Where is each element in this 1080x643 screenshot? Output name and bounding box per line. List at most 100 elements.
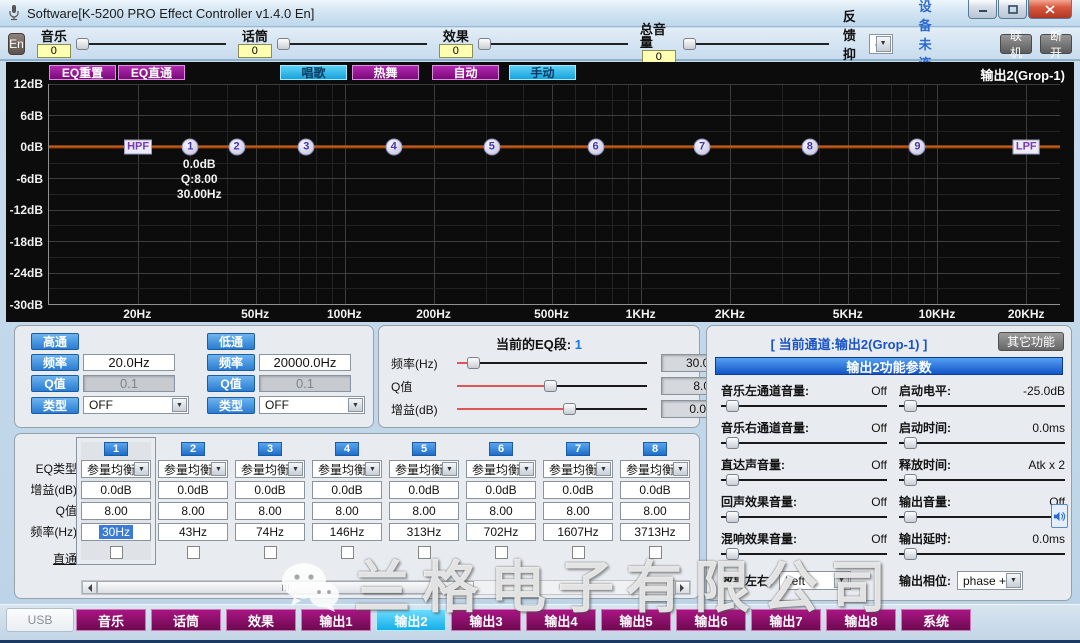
slider-thumb[interactable]	[726, 474, 739, 486]
band-freq-field[interactable]: 1607Hz	[543, 523, 613, 541]
band-type-select[interactable]: 参量均衡▼	[466, 460, 536, 478]
chevron-down-icon[interactable]: ▼	[288, 462, 303, 476]
chevron-down-icon[interactable]: ▼	[673, 462, 688, 476]
band-q-field[interactable]: 8.00	[389, 502, 459, 520]
eq-point-6[interactable]: 6	[587, 138, 604, 155]
band-type-select[interactable]: 参量均衡▼	[81, 460, 151, 478]
mode-sing-button[interactable]: 唱歌	[280, 65, 347, 80]
band-type-select[interactable]: 参量均衡▼	[158, 460, 228, 478]
bypass-checkbox[interactable]	[341, 546, 354, 559]
maximize-button[interactable]	[998, 0, 1027, 19]
mode-auto-button[interactable]: 自动	[432, 65, 499, 80]
slider-thumb[interactable]	[726, 548, 739, 560]
param-slider[interactable]	[899, 473, 1065, 486]
eq-plot-area[interactable]: HPF123456789LPF0.0dBQ:8.0030.00Hz	[48, 84, 1060, 305]
param-slider[interactable]	[721, 547, 887, 560]
slider-thumb[interactable]	[904, 548, 917, 560]
band-gain-field[interactable]: 0.0dB	[235, 481, 305, 499]
freq-adjust-slider[interactable]	[457, 356, 647, 370]
gain-adjust-slider[interactable]	[457, 402, 647, 416]
band-q-field[interactable]: 8.00	[620, 502, 690, 520]
mute-button[interactable]	[1051, 504, 1068, 528]
chevron-down-icon[interactable]: ▼	[134, 462, 149, 476]
band-gain-field[interactable]: 0.0dB	[543, 481, 613, 499]
slider-thumb[interactable]	[904, 400, 917, 412]
band-freq-field[interactable]: 313Hz	[389, 523, 459, 541]
lowpass-type-select[interactable]: OFF ▼	[259, 396, 365, 414]
band-header-button[interactable]: 7	[566, 442, 590, 456]
channel-button-输出4[interactable]: 输出4	[526, 609, 596, 631]
feedback-suppression-select[interactable]: -3 ▼	[869, 34, 893, 54]
slider-thumb[interactable]	[277, 38, 290, 50]
eq-point-9[interactable]: 9	[909, 138, 926, 155]
bypass-checkbox[interactable]	[649, 546, 662, 559]
band-freq-field[interactable]: 43Hz	[158, 523, 228, 541]
param-slider[interactable]	[721, 473, 887, 486]
slider-thumb[interactable]	[726, 511, 739, 523]
band-header-button[interactable]: 4	[335, 442, 359, 456]
chevron-down-icon[interactable]: ▼	[834, 573, 849, 588]
channel-button-输出1[interactable]: 输出1	[301, 609, 371, 631]
eq-point-1[interactable]: 1	[182, 138, 199, 155]
band-freq-field[interactable]: 3713Hz	[620, 523, 690, 541]
hpf-marker[interactable]: HPF	[124, 139, 152, 154]
mode-dance-button[interactable]: 热舞	[352, 65, 419, 80]
slider-thumb[interactable]	[904, 511, 917, 523]
chevron-down-icon[interactable]: ▼	[211, 462, 226, 476]
eq-point-5[interactable]: 5	[483, 138, 500, 155]
bypass-checkbox[interactable]	[264, 546, 277, 559]
band-q-field[interactable]: 8.00	[158, 502, 228, 520]
band-type-select[interactable]: 参量均衡▼	[620, 460, 690, 478]
band-q-field[interactable]: 8.00	[466, 502, 536, 520]
channel-button-输出7[interactable]: 输出7	[751, 609, 821, 631]
minimize-button[interactable]	[968, 0, 997, 19]
band-type-select[interactable]: 参量均衡▼	[312, 460, 382, 478]
band-q-field[interactable]: 8.00	[312, 502, 382, 520]
slider-thumb[interactable]	[683, 38, 696, 50]
channel-button-输出6[interactable]: 输出6	[676, 609, 746, 631]
band-q-field[interactable]: 8.00	[81, 502, 151, 520]
output-phase-select[interactable]: phase + ▼	[957, 571, 1023, 590]
master-volume-slider[interactable]	[683, 37, 829, 51]
band-type-select[interactable]: 参量均衡▼	[389, 460, 459, 478]
band-gain-field[interactable]: 0.0dB	[312, 481, 382, 499]
band-freq-field[interactable]: 146Hz	[312, 523, 382, 541]
band-freq-field[interactable]: 30Hz	[81, 523, 151, 541]
eq-point-7[interactable]: 7	[694, 138, 711, 155]
band-gain-field[interactable]: 0.0dB	[466, 481, 536, 499]
q-adjust-slider[interactable]	[457, 379, 647, 393]
bypass-checkbox[interactable]	[495, 546, 508, 559]
bypass-checkbox[interactable]	[572, 546, 585, 559]
chevron-down-icon[interactable]: ▼	[519, 462, 534, 476]
band-type-select[interactable]: 参量均衡▼	[235, 460, 305, 478]
slider-thumb[interactable]	[478, 38, 491, 50]
bypass-checkbox[interactable]	[418, 546, 431, 559]
bypass-checkbox[interactable]	[187, 546, 200, 559]
chevron-down-icon[interactable]: ▼	[596, 462, 611, 476]
mode-manual-button[interactable]: 手动	[509, 65, 576, 80]
band-freq-field[interactable]: 74Hz	[235, 523, 305, 541]
param-slider[interactable]	[899, 510, 1065, 523]
other-functions-button[interactable]: 其它功能	[998, 332, 1064, 351]
language-button[interactable]: En	[8, 33, 25, 55]
slider-thumb[interactable]	[544, 380, 557, 392]
disconnect-button[interactable]: 断开	[1040, 34, 1072, 54]
band-gain-field[interactable]: 0.0dB	[620, 481, 690, 499]
effect-balance-select[interactable]: Left ▼	[779, 571, 851, 590]
chevron-down-icon[interactable]: ▼	[348, 398, 363, 412]
param-slider[interactable]	[721, 510, 887, 523]
lpf-marker[interactable]: LPF	[1013, 139, 1040, 154]
chevron-down-icon[interactable]: ▼	[876, 36, 891, 52]
band-freq-field[interactable]: 702Hz	[466, 523, 536, 541]
mic-volume-slider[interactable]	[277, 37, 427, 51]
eq-reset-button[interactable]: EQ重置	[49, 65, 116, 80]
channel-button-系统[interactable]: 系统	[901, 609, 971, 631]
eq-point-4[interactable]: 4	[385, 138, 402, 155]
band-gain-field[interactable]: 0.0dB	[81, 481, 151, 499]
band-header-button[interactable]: 2	[181, 442, 205, 456]
scroll-left-button[interactable]	[82, 581, 97, 594]
band-table-scrollbar[interactable]	[81, 580, 691, 595]
channel-button-输出2[interactable]: 输出2	[376, 609, 446, 631]
slider-thumb[interactable]	[904, 474, 917, 486]
slider-thumb[interactable]	[76, 38, 89, 50]
